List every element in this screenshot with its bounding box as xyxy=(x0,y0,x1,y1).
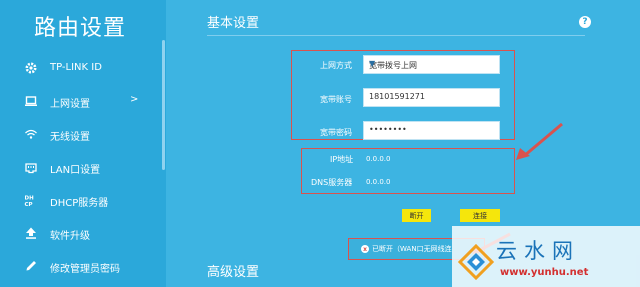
basic-settings-title: 基本设置 xyxy=(207,16,260,31)
ip-address-value: 0.0.0.0 xyxy=(366,155,391,163)
sidebar-item-label: DHCP服务器 xyxy=(50,198,109,209)
sidebar-item-lan-settings[interactable]: LAN口设置 xyxy=(0,151,160,184)
lan-port-icon xyxy=(24,160,38,174)
sidebar-item-label: TP-LINK ID xyxy=(50,62,102,73)
sidebar-item-dhcp-server[interactable]: DH CP DHCP服务器 xyxy=(0,184,160,217)
watermark-url: www.yunhu.net xyxy=(500,267,589,278)
connection-type-label: 上网方式 xyxy=(320,61,352,70)
laptop-icon xyxy=(24,94,38,108)
sidebar-item-label: LAN口设置 xyxy=(50,165,101,176)
connection-status-text: 已断开（WAN口无网线连 xyxy=(372,245,452,253)
svg-text:DH: DH xyxy=(25,196,35,202)
disconnect-button[interactable]: 断开 xyxy=(402,209,431,222)
connection-type-select[interactable]: 宽带拨号上网 ▼ xyxy=(363,55,500,74)
gear-icon xyxy=(24,61,38,75)
help-icon[interactable]: ? xyxy=(579,16,591,28)
pencil-icon xyxy=(24,259,38,273)
dns-server-value: 0.0.0.0 xyxy=(366,178,391,186)
wifi-icon xyxy=(24,127,38,141)
sidebar-item-firmware-upgrade[interactable]: 软件升级 xyxy=(0,217,160,250)
sidebar-item-wireless-settings[interactable]: 无线设置 xyxy=(0,118,160,151)
sidebar-item-label: 上网设置 xyxy=(50,99,90,110)
sidebar-scrollbar[interactable] xyxy=(162,40,165,170)
annotation-arrow-icon xyxy=(516,122,563,160)
ip-address-label: IP地址 xyxy=(330,155,354,164)
chevron-right-icon: > xyxy=(130,94,139,105)
error-x-icon: x xyxy=(361,245,369,253)
sidebar-item-tplink-id[interactable]: TP-LINK ID xyxy=(0,52,160,85)
connect-button[interactable]: 连接 xyxy=(460,209,500,222)
sidebar-item-label: 无线设置 xyxy=(50,132,90,143)
sidebar-item-internet-settings[interactable]: 上网设置 > xyxy=(0,85,160,118)
dhcp-icon: DH CP xyxy=(24,193,38,208)
password-label: 宽带密码 xyxy=(320,128,352,137)
advanced-settings-title: 高级设置 xyxy=(207,265,260,280)
watermark-logo-icon xyxy=(458,244,494,280)
sidebar-item-label: 修改管理员密码 xyxy=(50,264,120,275)
chevron-down-icon: ▼ xyxy=(369,59,376,68)
watermark-title: 云水网 xyxy=(496,239,580,263)
svg-text:CP: CP xyxy=(25,202,33,207)
account-label: 宽带账号 xyxy=(320,95,352,104)
section-divider xyxy=(207,35,585,36)
account-input[interactable]: 18101591271 xyxy=(363,88,500,107)
sidebar-title: 路由设置 xyxy=(34,16,127,41)
sidebar-item-label: 软件升级 xyxy=(50,231,90,242)
upgrade-icon xyxy=(24,226,38,240)
dns-server-label: DNS服务器 xyxy=(311,178,353,187)
password-input[interactable]: •••••••• xyxy=(363,121,500,140)
sidebar-item-change-admin-password[interactable]: 修改管理员密码 xyxy=(0,250,160,283)
sidebar: 路由设置 TP-LINK ID 上网设置 > 无线设置 LAN口设置 DH CP … xyxy=(0,0,166,287)
